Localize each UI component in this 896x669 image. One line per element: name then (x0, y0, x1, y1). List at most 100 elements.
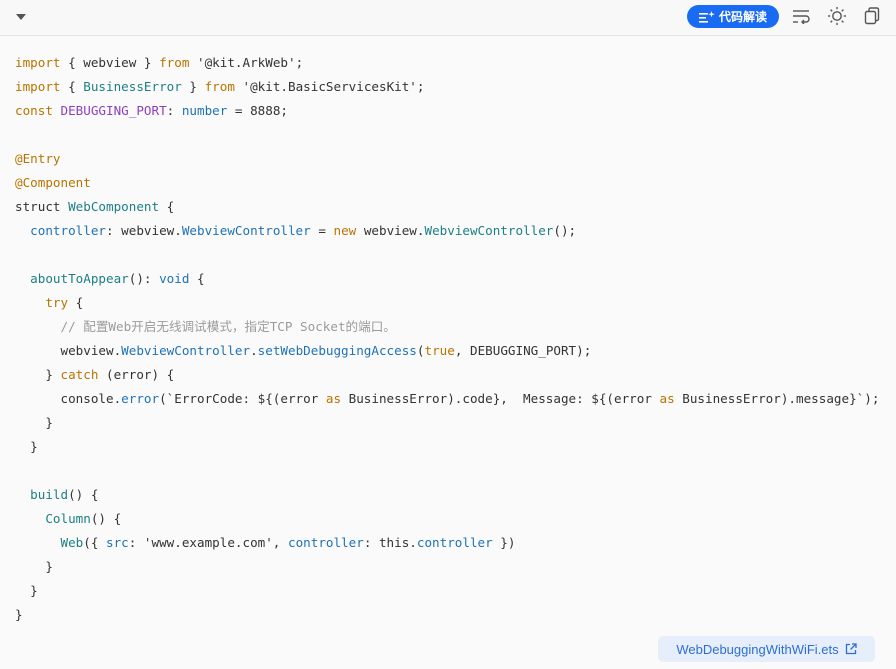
external-link-icon (845, 643, 857, 655)
code-token: : (166, 103, 182, 118)
code-token: } (15, 415, 53, 430)
code-token: . (250, 343, 258, 358)
code-token: } (15, 439, 38, 454)
code-token: } (15, 559, 53, 574)
code-token: error (121, 391, 160, 406)
code-token: } (15, 607, 23, 622)
code-token: { (60, 79, 84, 94)
code-line: const DEBUGGING_PORT: number = 8888; (15, 99, 879, 123)
code-token: '@kit.BasicServicesKit'; (234, 79, 425, 94)
source-file-link[interactable]: WebDebuggingWithWiFi.ets (658, 636, 875, 662)
code-line: } (15, 435, 879, 459)
code-token: import (15, 55, 61, 70)
code-token: number (181, 103, 228, 118)
code-token: WebviewController (181, 223, 311, 238)
code-token: (`ErrorCode: ${(error (159, 391, 326, 406)
code-line: } catch (error) { (15, 363, 879, 387)
code-token: as (325, 391, 342, 406)
code-token: from (159, 55, 190, 70)
code-token: : this. (363, 535, 417, 550)
code-token: = 8888; (227, 103, 289, 118)
code-token: : webview. (106, 223, 182, 238)
code-token: () { (68, 487, 99, 502)
code-block: import { webview } from '@kit.ArkWeb'; im… (15, 51, 879, 627)
code-token: webview. (15, 343, 122, 358)
copy-icon[interactable] (862, 6, 882, 26)
code-token: WebviewController (424, 223, 554, 238)
code-token: ({ (83, 535, 106, 550)
code-line: import { webview } from '@kit.ArkWeb'; (15, 51, 879, 75)
code-token: Web (60, 535, 84, 550)
code-line: // 配置Web开启无线调试模式，指定TCP Socket的端口。 (15, 315, 879, 339)
sparkle-icon (698, 10, 715, 23)
code-token: import (15, 79, 61, 94)
code-line: @Entry (15, 147, 879, 171)
code-token: true (424, 343, 455, 358)
code-token: // 配置Web开启无线调试模式，指定TCP Socket的端口。 (15, 319, 396, 334)
code-token: webview. (356, 223, 425, 238)
code-line: controller: webview.WebviewController = … (15, 219, 879, 243)
code-token: { (68, 295, 84, 310)
code-toolbar: 代码解读 (0, 0, 896, 36)
code-token: } (15, 367, 61, 382)
file-name: WebDebuggingWithWiFi.ets (676, 641, 839, 657)
code-token: BusinessError (83, 79, 182, 94)
code-line: } (15, 411, 879, 435)
code-token: build (30, 487, 69, 502)
code-token: controller (416, 535, 493, 550)
code-token: catch (60, 367, 99, 382)
code-token: BusinessError).code}, Message: ${(error (341, 391, 660, 406)
code-token: src (106, 535, 129, 550)
code-token: from (204, 79, 235, 94)
code-line: aboutToAppear(): void { (15, 267, 879, 291)
code-line: } (15, 555, 879, 579)
code-token: (error) { (98, 367, 175, 382)
code-token: aboutToAppear (30, 271, 129, 286)
theme-sun-icon[interactable] (827, 6, 847, 26)
code-token: () { (90, 511, 122, 526)
code-token: (): (128, 271, 160, 286)
code-token: Column (45, 511, 91, 526)
code-explain-button[interactable]: 代码解读 (687, 5, 779, 28)
code-line: Column() { (15, 507, 879, 531)
code-token: as (659, 391, 675, 406)
code-token: @Component (15, 175, 91, 190)
code-line: } (15, 603, 879, 627)
code-explain-label: 代码解读 (718, 10, 767, 24)
code-line: } (15, 579, 879, 603)
code-token: : 'www.example.com', (128, 535, 288, 550)
code-token: new (333, 223, 357, 238)
code-token: WebComponent (68, 199, 160, 214)
code-token: } (181, 79, 205, 94)
code-token: = (310, 223, 334, 238)
code-token: controller (30, 223, 106, 238)
code-token: DEBUGGING_PORT (60, 103, 167, 118)
code-token: }) (492, 535, 516, 550)
code-token: void (159, 271, 190, 286)
code-token: struct (15, 199, 69, 214)
code-token: '@kit.ArkWeb'; (189, 55, 304, 70)
code-line: import { BusinessError } from '@kit.Basi… (15, 75, 879, 99)
wrap-lines-icon[interactable] (791, 6, 811, 26)
collapse-caret-icon[interactable] (14, 11, 28, 23)
code-token: (); (553, 223, 577, 238)
code-line: console.error(`ErrorCode: ${(error as Bu… (15, 387, 879, 411)
code-line: try { (15, 291, 879, 315)
code-token: { webview } (60, 55, 160, 70)
code-token: { (189, 271, 205, 286)
code-token: BusinessError).message}`); (674, 391, 880, 406)
code-token: @Entry (15, 151, 61, 166)
code-token: WebviewController (121, 343, 251, 358)
code-token: try (45, 295, 69, 310)
code-token: , DEBUGGING_PORT); (454, 343, 592, 358)
code-line: webview.WebviewController.setWebDebuggin… (15, 339, 879, 363)
